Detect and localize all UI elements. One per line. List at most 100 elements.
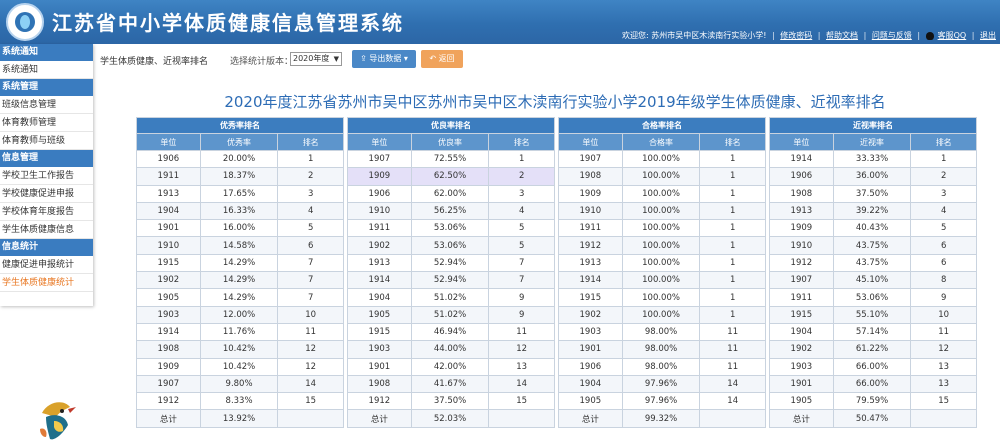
table-row[interactable]: 1905 79.59% 15 <box>769 392 977 411</box>
sidebar-section-info[interactable]: 信息管理 <box>0 150 93 167</box>
feedback-link[interactable]: 问题与反馈 <box>872 31 912 40</box>
table-cell: 1907 <box>347 149 412 169</box>
sidebar-item-class-info[interactable]: 班级信息管理 <box>0 96 93 114</box>
table-row[interactable]: 1909 40.43% 5 <box>769 219 977 238</box>
table-row[interactable]: 1910 56.25% 4 <box>347 201 555 221</box>
table-row[interactable]: 1903 44.00% 12 <box>347 340 555 359</box>
table-cell: 1914 <box>347 271 412 290</box>
table-row[interactable]: 1906 20.00% 1 <box>136 149 344 169</box>
table-row[interactable]: 1905 97.96% 14 <box>558 392 766 411</box>
sidebar-section-notice[interactable]: 系统通知 <box>0 44 93 61</box>
qq-link[interactable]: 客服QQ <box>938 31 967 40</box>
table-row[interactable]: 1906 36.00% 2 <box>769 167 977 186</box>
table-cell: 100.00% <box>621 236 701 255</box>
table-row[interactable]: 1910 43.75% 6 <box>769 236 977 255</box>
table-row[interactable]: 1909 100.00% 1 <box>558 184 766 203</box>
table-row[interactable]: 1907 72.55% 1 <box>347 149 555 169</box>
table-row[interactable]: 1906 62.00% 3 <box>347 184 555 203</box>
table-row[interactable]: 1915 100.00% 1 <box>558 288 766 307</box>
sidebar-item-health-report[interactable]: 学校卫生工作报告 <box>0 167 93 185</box>
table-row[interactable]: 1914 52.94% 7 <box>347 271 555 290</box>
table-cell: 14 <box>277 374 344 394</box>
table-row[interactable]: 1908 10.42% 12 <box>136 340 344 359</box>
table-cell: 1902 <box>136 271 201 290</box>
export-data-button[interactable]: ⇪ 导出数据 ▾ <box>352 50 416 68</box>
table-row[interactable]: 1901 16.00% 5 <box>136 219 344 238</box>
table-row[interactable]: 1913 39.22% 4 <box>769 201 977 221</box>
table-row[interactable]: 1914 33.33% 1 <box>769 149 977 169</box>
table-cell: 1 <box>699 184 766 203</box>
table-cell: 14 <box>699 374 766 394</box>
table-row[interactable]: 1912 43.75% 6 <box>769 253 977 273</box>
sidebar-item-fitness-stats[interactable]: 学生体质健康统计 <box>0 274 93 292</box>
table-cell: 1905 <box>769 392 834 411</box>
sidebar-item-promotion-stats[interactable]: 健康促进申报统计 <box>0 256 93 274</box>
table-row[interactable]: 1914 11.76% 11 <box>136 322 344 342</box>
table-row[interactable]: 1903 98.00% 11 <box>558 322 766 342</box>
table-row[interactable]: 1913 17.65% 3 <box>136 184 344 203</box>
table-row[interactable]: 1911 53.06% 9 <box>769 288 977 307</box>
table-row[interactable]: 1912 37.50% 15 <box>347 392 555 411</box>
table-row[interactable]: 1903 66.00% 13 <box>769 357 977 376</box>
version-select[interactable]: 2020年度 ▼ <box>290 52 342 66</box>
total-cell: 总计 <box>769 409 834 428</box>
table-cell: 1914 <box>136 322 201 342</box>
table-row[interactable]: 1910 14.58% 6 <box>136 236 344 255</box>
table-row[interactable]: 1901 42.00% 13 <box>347 357 555 376</box>
table-row[interactable]: 1904 51.02% 9 <box>347 288 555 307</box>
table-row[interactable]: 1912 100.00% 1 <box>558 236 766 255</box>
table-row[interactable]: 1903 12.00% 10 <box>136 305 344 324</box>
table-row[interactable]: 1902 61.22% 12 <box>769 340 977 359</box>
table-row[interactable]: 1904 57.14% 11 <box>769 322 977 342</box>
table-cell: 1904 <box>347 288 412 307</box>
table-row[interactable]: 1907 9.80% 14 <box>136 374 344 394</box>
table-row[interactable]: 1911 100.00% 1 <box>558 219 766 238</box>
table-row[interactable]: 1901 98.00% 11 <box>558 340 766 359</box>
table-row[interactable]: 1902 53.06% 5 <box>347 236 555 255</box>
table-row[interactable]: 1905 51.02% 9 <box>347 305 555 324</box>
sidebar-section-stats[interactable]: 信息统计 <box>0 239 93 256</box>
table-row[interactable]: 1908 41.67% 14 <box>347 374 555 394</box>
table-row[interactable]: 1909 10.42% 12 <box>136 357 344 376</box>
sidebar-item-teacher-class[interactable]: 体育教师与班级 <box>0 132 93 150</box>
sidebar-item-student-fitness-info[interactable]: 学生体质健康信息 <box>0 221 93 239</box>
table-row[interactable]: 1914 100.00% 1 <box>558 271 766 290</box>
table-row[interactable]: 1908 100.00% 1 <box>558 167 766 186</box>
back-button[interactable]: ↶ 返回 <box>421 50 463 68</box>
table-cell: 52.94% <box>410 253 490 273</box>
table-row[interactable]: 1909 62.50% 2 <box>347 167 555 186</box>
table-row[interactable]: 1904 97.96% 14 <box>558 374 766 394</box>
table-row[interactable]: 1911 53.06% 5 <box>347 219 555 238</box>
table-cell: 1906 <box>347 184 412 203</box>
table-row[interactable]: 1907 45.10% 8 <box>769 271 977 290</box>
sidebar-item-health-promotion[interactable]: 学校健康促进申报 <box>0 185 93 203</box>
table-cell: 53.06% <box>410 219 490 238</box>
table-row[interactable]: 1911 18.37% 2 <box>136 167 344 186</box>
sidebar-item-pe-teachers[interactable]: 体育教师管理 <box>0 114 93 132</box>
table-row[interactable]: 1904 16.33% 4 <box>136 201 344 221</box>
change-password-link[interactable]: 修改密码 <box>780 31 812 40</box>
table-row[interactable]: 1913 100.00% 1 <box>558 253 766 273</box>
help-docs-link[interactable]: 帮助文档 <box>826 31 858 40</box>
table-row[interactable]: 1902 100.00% 1 <box>558 305 766 324</box>
table-row[interactable]: 1910 100.00% 1 <box>558 201 766 221</box>
table-cell: 1915 <box>347 322 412 342</box>
table-row[interactable]: 1906 98.00% 11 <box>558 357 766 376</box>
table-row[interactable]: 1913 52.94% 7 <box>347 253 555 273</box>
table-row[interactable]: 1915 14.29% 7 <box>136 253 344 273</box>
table-row[interactable]: 1901 66.00% 13 <box>769 374 977 394</box>
good-rate-table: 优良率排名 单位 优良率 排名 1907 72.55% 1 1909 62.50% 2 1906 62… <box>347 117 555 428</box>
table-cell: 43.75% <box>832 253 912 273</box>
logout-link[interactable]: 退出 <box>980 31 996 40</box>
table-row[interactable]: 1915 55.10% 10 <box>769 305 977 324</box>
table-cell: 1 <box>699 149 766 169</box>
table-row[interactable]: 1908 37.50% 3 <box>769 184 977 203</box>
table-row[interactable]: 1915 46.94% 11 <box>347 322 555 342</box>
sidebar-section-system[interactable]: 系统管理 <box>0 79 93 96</box>
table-row[interactable]: 1905 14.29% 7 <box>136 288 344 307</box>
table-row[interactable]: 1912 8.33% 15 <box>136 392 344 411</box>
table-row[interactable]: 1907 100.00% 1 <box>558 149 766 169</box>
sidebar-item-pe-annual-report[interactable]: 学校体育年度报告 <box>0 203 93 221</box>
table-row[interactable]: 1902 14.29% 7 <box>136 271 344 290</box>
sidebar-item-system-notice[interactable]: 系统通知 <box>0 61 93 79</box>
